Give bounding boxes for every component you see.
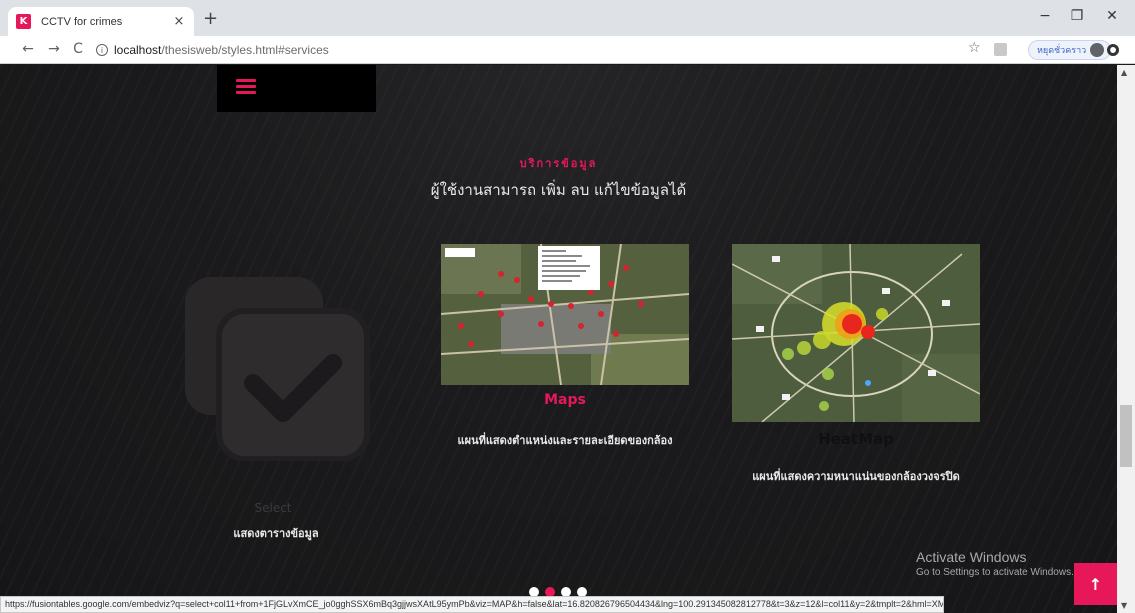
maps-service-title[interactable]: Maps — [441, 392, 689, 408]
scroll-down-arrow-icon[interactable]: ▼ — [1121, 601, 1127, 610]
status-bar-link-preview: https://fusiontables.google.com/embedviz… — [0, 596, 944, 613]
checkbox-icon[interactable] — [181, 271, 371, 461]
browser-menu-icon[interactable] — [1107, 44, 1119, 56]
back-button[interactable]: ← — [18, 41, 38, 57]
tab-title: CCTV for crimes — [41, 15, 123, 28]
maps-preview-image[interactable] — [441, 244, 689, 385]
select-service-description: แสดงตารางข้อมูล — [233, 527, 319, 540]
tab-close-icon[interactable]: × — [172, 14, 186, 29]
maps-service-description: แผนที่แสดงตำแหน่งและรายละเอียดของกล้อง — [457, 434, 673, 447]
heatmap-service-title[interactable]: HeatMap — [732, 430, 980, 448]
url-host: localhost — [114, 43, 162, 57]
services-section: บริการข้อมูล ผู้ใช้งานสามารถ เพิ่ม ลบ แก… — [0, 65, 1117, 613]
bookmark-star-icon[interactable]: ☆ — [968, 40, 981, 56]
vertical-scrollbar[interactable]: ▲ ▼ — [1117, 65, 1135, 613]
extension-icon[interactable] — [994, 43, 1007, 56]
scrollbar-thumb[interactable] — [1120, 405, 1132, 467]
section-kicker: บริการข้อมูล — [519, 157, 598, 170]
back-to-top-button[interactable]: ↑ — [1074, 563, 1117, 605]
activate-windows-title: Activate Windows — [916, 549, 1027, 565]
forward-button[interactable]: → — [44, 41, 64, 57]
heatmap-service-description: แผนที่แสดงความหนาแน่นของกล้องวงจรปิด — [752, 470, 960, 483]
site-favicon-icon: K — [16, 14, 31, 29]
heatmap-preview-image[interactable] — [732, 244, 980, 422]
profile-button[interactable]: หยุดชั่วคราว — [1028, 40, 1112, 60]
page-viewport: บริการข้อมูล ผู้ใช้งานสามารถ เพิ่ม ลบ แก… — [0, 65, 1117, 613]
section-title: ผู้ใช้งานสามารถ เพิ่ม ลบ แก้ไขข้อมูลได้ — [430, 181, 687, 199]
reload-button[interactable]: C — [68, 41, 88, 57]
minimize-button[interactable]: − — [1030, 8, 1060, 24]
close-window-button[interactable]: ✕ — [1097, 8, 1127, 24]
nav-header — [217, 65, 376, 112]
browser-window: K CCTV for crimes × + − ❐ ✕ ← → C i loca… — [0, 0, 1135, 613]
activate-windows-watermark: Activate Windows Go to Settings to activ… — [916, 549, 1074, 578]
tab-bar: K CCTV for crimes × + − ❐ ✕ — [0, 0, 1135, 36]
avatar-icon — [1090, 43, 1105, 57]
tab-active[interactable]: K CCTV for crimes × — [8, 7, 194, 36]
activate-windows-subtitle: Go to Settings to activate Windows. — [916, 567, 1074, 578]
info-icon[interactable]: i — [96, 44, 108, 56]
select-service-title[interactable]: Select — [228, 501, 318, 515]
maximize-button[interactable]: ❐ — [1062, 8, 1092, 24]
url-path: /thesisweb/styles.html#services — [161, 43, 329, 57]
scroll-up-arrow-icon[interactable]: ▲ — [1121, 68, 1127, 77]
new-tab-button[interactable]: + — [203, 10, 218, 28]
address-bar: ← → C i localhost /thesisweb/styles.html… — [0, 36, 1135, 64]
profile-name: หยุดชั่วคราว — [1037, 46, 1087, 56]
url-input[interactable]: i localhost /thesisweb/styles.html#servi… — [96, 40, 956, 60]
hamburger-menu-icon[interactable] — [236, 79, 256, 95]
